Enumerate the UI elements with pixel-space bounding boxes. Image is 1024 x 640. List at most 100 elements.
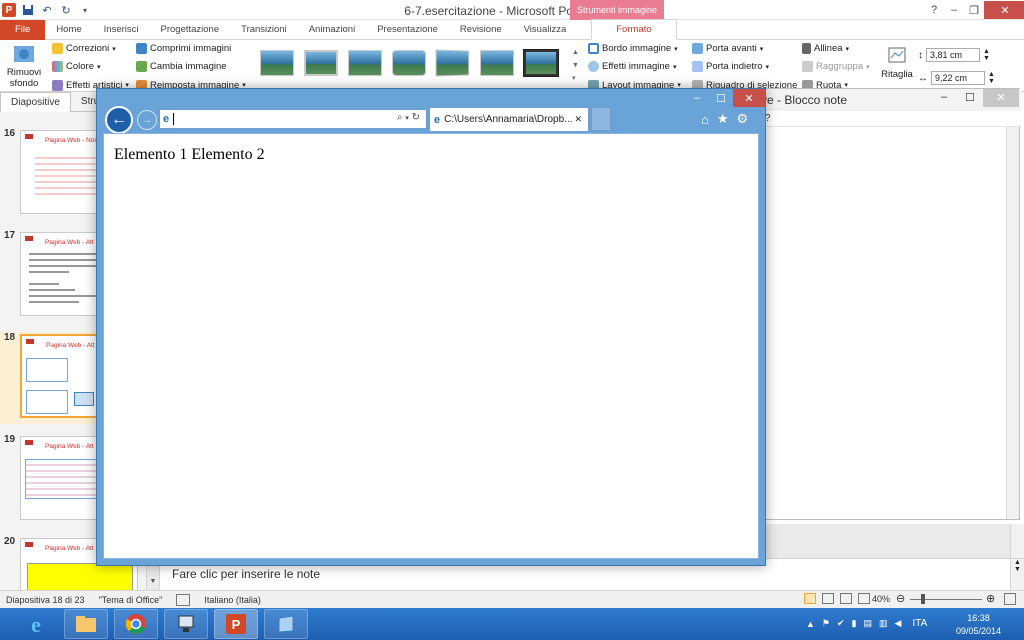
settings-gear-icon[interactable]: ⚙ — [737, 111, 749, 127]
picture-style-7[interactable] — [524, 50, 558, 76]
slide-screenshot — [74, 392, 94, 406]
taskbar-network-icon[interactable] — [164, 609, 208, 639]
scroll-down-arrow-icon[interactable]: ▼ — [147, 578, 159, 590]
height-field[interactable]: 3,81 cm — [926, 48, 980, 62]
tab-format[interactable]: Formato — [591, 19, 677, 40]
address-bar[interactable]: e ⌕ ▾ ↻ — [159, 109, 427, 129]
bring-forward-button[interactable]: Porta avanti ▾ — [692, 43, 763, 54]
picture-style-5[interactable] — [435, 49, 470, 77]
close-button[interactable]: ✕ — [984, 1, 1024, 19]
picture-border-button[interactable]: Bordo immagine ▾ — [588, 43, 678, 54]
ie-maximize-button[interactable]: ☐ — [709, 89, 733, 107]
gallery-scroll[interactable]: ▲ ▼ ▾ — [572, 46, 580, 86]
favorites-star-icon[interactable]: ★ — [717, 111, 729, 127]
remove-background-button[interactable]: Rimuovi sfondo — [4, 44, 44, 89]
help-icon[interactable]: ? — [924, 1, 944, 19]
change-picture-button[interactable]: Cambia immagine — [136, 61, 227, 72]
notepad-close-button[interactable]: ✕ — [983, 89, 1019, 107]
taskbar-explorer-icon[interactable] — [64, 609, 108, 639]
width-spinner[interactable]: ▲ ▼ — [988, 71, 995, 85]
slide-title: Pagina Web - Att — [45, 239, 94, 246]
zoom-slider-thumb[interactable] — [921, 594, 925, 604]
normal-view-icon[interactable] — [804, 593, 816, 604]
ribbon: Rimuovi sfondo Correzioni ▾ Colore ▾ Effet… — [0, 40, 1024, 92]
picture-border-icon — [588, 43, 599, 54]
tab-view[interactable]: Visualizza — [513, 20, 578, 40]
ie-content-area[interactable]: Elemento 1 Elemento 2 — [103, 133, 759, 559]
tab-slideshow[interactable]: Presentazione — [366, 20, 449, 40]
ie-tab-close-icon[interactable]: ✕ — [574, 114, 582, 125]
width-field[interactable]: 9,22 cm — [931, 71, 985, 85]
tray-sync-icon[interactable]: ✔ — [837, 618, 845, 629]
ie-minimize-button[interactable]: – — [685, 89, 709, 107]
compress-pictures-button[interactable]: Comprimi immagini — [136, 43, 231, 54]
taskbar-powerpoint-icon[interactable]: P — [214, 609, 258, 639]
notepad-maximize-button[interactable]: ☐ — [965, 91, 975, 104]
ie-close-button[interactable]: ✕ — [733, 89, 765, 107]
color-button[interactable]: Colore ▾ — [52, 61, 101, 72]
picture-style-2[interactable] — [304, 50, 338, 76]
picture-style-4[interactable] — [392, 50, 426, 76]
slideshow-view-icon[interactable] — [858, 593, 870, 604]
picture-styles-gallery — [260, 49, 558, 77]
refresh-icon[interactable]: ↻ — [412, 112, 420, 123]
tab-insert[interactable]: Inserisci — [93, 20, 150, 40]
tray-flag-icon[interactable]: ⚑ — [822, 618, 830, 629]
corrections-label: Correzioni — [66, 43, 110, 54]
dropdown-icon[interactable]: ▾ — [405, 115, 409, 122]
notes-placeholder: Fare clic per inserire le note — [172, 567, 321, 581]
home-icon[interactable]: ⌂ — [701, 112, 709, 127]
height-spinner[interactable]: ▲ ▼ — [983, 48, 990, 62]
slide-flag-icon — [25, 440, 33, 445]
group-button[interactable]: Raggruppa ▾ — [802, 61, 870, 72]
picture-style-1[interactable] — [260, 50, 294, 76]
tray-network-icon[interactable]: ▥ — [879, 618, 888, 629]
reading-view-icon[interactable] — [840, 593, 852, 604]
new-tab-button[interactable] — [591, 107, 611, 131]
notes-scrollbar[interactable]: ▲ ▼ — [1010, 559, 1024, 591]
color-icon — [52, 61, 63, 72]
fit-to-window-icon[interactable] — [1004, 593, 1016, 605]
language[interactable]: Italiano (Italia) — [204, 595, 261, 605]
zoom-in-icon[interactable]: ⊕ — [986, 592, 995, 605]
back-button[interactable]: ← — [105, 106, 133, 134]
tray-expand-icon[interactable]: ▲ — [806, 619, 815, 629]
picture-style-3[interactable] — [348, 50, 382, 76]
tray-volume-icon[interactable]: ◀ — [895, 618, 902, 629]
search-icon[interactable]: ⌕ — [397, 112, 403, 123]
tab-animations[interactable]: Animazioni — [298, 20, 366, 40]
slide-sorter-icon[interactable] — [822, 593, 834, 604]
send-backward-button[interactable]: Porta indietro ▾ — [692, 61, 769, 72]
taskbar-chrome-icon[interactable] — [114, 609, 158, 639]
ie-tab[interactable]: e C:\Users\Annamaria\Dropb... ✕ — [429, 107, 589, 131]
tray-battery-icon[interactable]: ▮ — [852, 618, 857, 629]
zoom-level[interactable]: 40% — [872, 594, 890, 604]
notepad-minimize-button[interactable]: – — [941, 91, 947, 103]
zoom-out-icon[interactable]: ⊖ — [896, 592, 905, 605]
tray-clock[interactable]: 16:38 09/05/2014 — [956, 612, 1001, 638]
picture-style-6[interactable] — [480, 50, 514, 76]
restore-button[interactable]: ❐ — [964, 1, 984, 19]
tab-home[interactable]: Home — [45, 20, 92, 40]
align-button[interactable]: Allinea ▾ — [802, 43, 849, 54]
notepad-scrollbar[interactable] — [1006, 127, 1019, 519]
taskbar-ie-icon[interactable]: e — [14, 611, 58, 639]
address-tools: ⌕ ▾ ↻ — [397, 112, 420, 123]
back-arrow-icon: ← — [111, 111, 127, 128]
tab-review[interactable]: Revisione — [449, 20, 513, 40]
tray-signal-icon[interactable]: ▤ — [864, 618, 873, 629]
spellcheck-icon[interactable] — [176, 593, 191, 606]
crop-button[interactable]: Ritaglia — [880, 44, 914, 80]
tray-language[interactable]: ITA — [912, 618, 927, 629]
tab-design[interactable]: Progettazione — [150, 20, 231, 40]
context-tab-label: Strumenti immagine — [570, 0, 664, 20]
tab-slides[interactable]: Diapositive — [0, 91, 71, 112]
forward-button[interactable]: → — [137, 110, 157, 130]
taskbar-notepad-icon[interactable] — [264, 609, 308, 639]
canvas-scrollbar[interactable] — [1010, 524, 1024, 558]
picture-effects-button[interactable]: Effetti immagine ▾ — [588, 61, 676, 72]
minimize-button[interactable]: – — [944, 1, 964, 19]
corrections-button[interactable]: Correzioni ▾ — [52, 43, 116, 54]
tab-transitions[interactable]: Transizioni — [230, 20, 298, 40]
tab-file[interactable]: File — [0, 19, 46, 40]
